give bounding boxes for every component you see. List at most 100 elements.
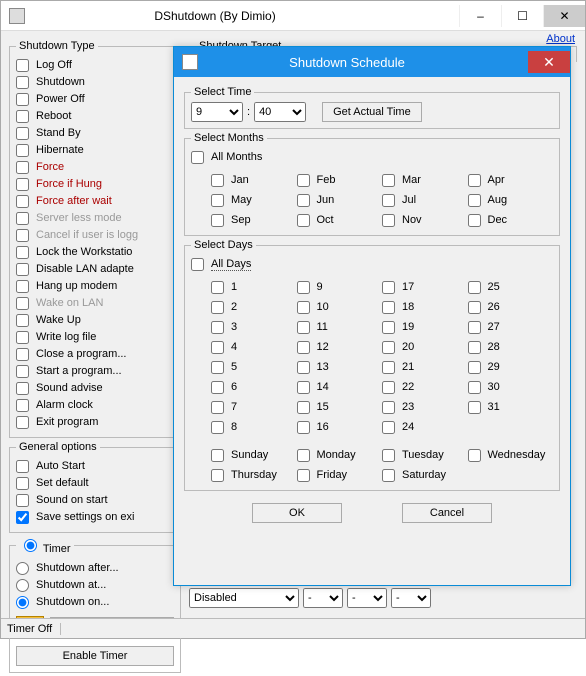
- shutdown-type-checkbox[interactable]: [16, 399, 29, 412]
- month-checkbox[interactable]: [297, 174, 310, 187]
- day-checkbox[interactable]: [297, 341, 310, 354]
- dow-checkbox[interactable]: [211, 469, 224, 482]
- month-checkbox[interactable]: [468, 194, 481, 207]
- all-months-checkbox[interactable]: [191, 151, 204, 164]
- shutdown-type-checkbox[interactable]: [16, 161, 29, 174]
- dialog-icon: [182, 54, 198, 70]
- month-checkbox[interactable]: [211, 194, 224, 207]
- day-checkbox[interactable]: [468, 301, 481, 314]
- general-option-checkbox[interactable]: [16, 460, 29, 473]
- timer-option-radio[interactable]: [16, 579, 29, 592]
- general-option-checkbox[interactable]: [16, 477, 29, 490]
- day-checkbox[interactable]: [382, 381, 395, 394]
- day-checkbox[interactable]: [297, 401, 310, 414]
- shutdown-type-checkbox[interactable]: [16, 246, 29, 259]
- month-checkbox[interactable]: [211, 174, 224, 187]
- day-checkbox[interactable]: [211, 381, 224, 394]
- shutdown-type-checkbox[interactable]: [16, 297, 29, 310]
- cancel-button[interactable]: Cancel: [402, 503, 492, 523]
- dash-2-select[interactable]: -: [347, 588, 387, 608]
- day-checkbox[interactable]: [297, 281, 310, 294]
- dow-checkbox[interactable]: [468, 449, 481, 462]
- shutdown-type-checkbox[interactable]: [16, 59, 29, 72]
- day-checkbox[interactable]: [297, 381, 310, 394]
- disabled-select[interactable]: Disabled: [189, 588, 299, 608]
- minute-select[interactable]: 40: [254, 102, 306, 122]
- shutdown-type-checkbox[interactable]: [16, 280, 29, 293]
- day-label: 1: [231, 281, 237, 293]
- all-days-checkbox[interactable]: [191, 258, 204, 271]
- minimize-button[interactable]: –: [459, 5, 501, 27]
- day-checkbox[interactable]: [468, 381, 481, 394]
- dow-checkbox[interactable]: [382, 469, 395, 482]
- day-checkbox[interactable]: [382, 321, 395, 334]
- shutdown-type-checkbox[interactable]: [16, 110, 29, 123]
- dialog-close-button[interactable]: ✕: [528, 51, 570, 73]
- shutdown-type-checkbox[interactable]: [16, 195, 29, 208]
- day-checkbox[interactable]: [382, 281, 395, 294]
- month-checkbox[interactable]: [297, 194, 310, 207]
- shutdown-type-checkbox[interactable]: [16, 263, 29, 276]
- shutdown-type-checkbox[interactable]: [16, 93, 29, 106]
- day-checkbox[interactable]: [382, 421, 395, 434]
- month-checkbox[interactable]: [382, 214, 395, 227]
- hour-select[interactable]: 9: [191, 102, 243, 122]
- month-checkbox[interactable]: [211, 214, 224, 227]
- shutdown-type-checkbox[interactable]: [16, 144, 29, 157]
- month-checkbox[interactable]: [382, 194, 395, 207]
- shutdown-type-checkbox[interactable]: [16, 127, 29, 140]
- day-checkbox[interactable]: [468, 281, 481, 294]
- day-checkbox[interactable]: [468, 361, 481, 374]
- day-checkbox[interactable]: [211, 281, 224, 294]
- general-option-checkbox[interactable]: [16, 494, 29, 507]
- day-checkbox[interactable]: [382, 361, 395, 374]
- dow-checkbox[interactable]: [297, 449, 310, 462]
- maximize-button[interactable]: ☐: [501, 5, 543, 27]
- day-checkbox[interactable]: [297, 361, 310, 374]
- day-checkbox[interactable]: [382, 301, 395, 314]
- dow-checkbox[interactable]: [297, 469, 310, 482]
- day-checkbox[interactable]: [297, 421, 310, 434]
- month-checkbox[interactable]: [468, 214, 481, 227]
- shutdown-type-checkbox[interactable]: [16, 382, 29, 395]
- day-checkbox[interactable]: [211, 401, 224, 414]
- timer-option-radio[interactable]: [16, 596, 29, 609]
- ok-button[interactable]: OK: [252, 503, 342, 523]
- dash-3-select[interactable]: -: [391, 588, 431, 608]
- dow-checkbox[interactable]: [382, 449, 395, 462]
- month-checkbox[interactable]: [297, 214, 310, 227]
- day-checkbox[interactable]: [468, 401, 481, 414]
- day-checkbox[interactable]: [382, 401, 395, 414]
- day-checkbox[interactable]: [211, 321, 224, 334]
- timer-group-radio[interactable]: [24, 539, 37, 552]
- shutdown-type-checkbox[interactable]: [16, 416, 29, 429]
- shutdown-type-checkbox[interactable]: [16, 76, 29, 89]
- day-checkbox[interactable]: [297, 301, 310, 314]
- day-checkbox[interactable]: [297, 321, 310, 334]
- shutdown-type-checkbox[interactable]: [16, 229, 29, 242]
- general-option-checkbox[interactable]: [16, 511, 29, 524]
- get-actual-time-button[interactable]: Get Actual Time: [322, 102, 422, 122]
- day-label: 2: [231, 301, 237, 313]
- day-checkbox[interactable]: [382, 341, 395, 354]
- close-button[interactable]: ✕: [543, 5, 585, 27]
- shutdown-type-checkbox[interactable]: [16, 212, 29, 225]
- day-checkbox[interactable]: [211, 361, 224, 374]
- day-checkbox[interactable]: [211, 301, 224, 314]
- timer-option-radio[interactable]: [16, 562, 29, 575]
- day-checkbox[interactable]: [211, 341, 224, 354]
- month-checkbox[interactable]: [382, 174, 395, 187]
- day-checkbox[interactable]: [211, 421, 224, 434]
- dow-checkbox[interactable]: [211, 449, 224, 462]
- dash-1-select[interactable]: -: [303, 588, 343, 608]
- month-checkbox[interactable]: [468, 174, 481, 187]
- shutdown-type-checkbox[interactable]: [16, 314, 29, 327]
- day-checkbox[interactable]: [468, 321, 481, 334]
- day-checkbox[interactable]: [468, 341, 481, 354]
- shutdown-type-checkbox[interactable]: [16, 331, 29, 344]
- enable-timer-button[interactable]: Enable Timer: [16, 646, 174, 666]
- shutdown-type-checkbox[interactable]: [16, 365, 29, 378]
- general-option-item: Save settings on exi: [16, 509, 174, 525]
- shutdown-type-checkbox[interactable]: [16, 178, 29, 191]
- shutdown-type-checkbox[interactable]: [16, 348, 29, 361]
